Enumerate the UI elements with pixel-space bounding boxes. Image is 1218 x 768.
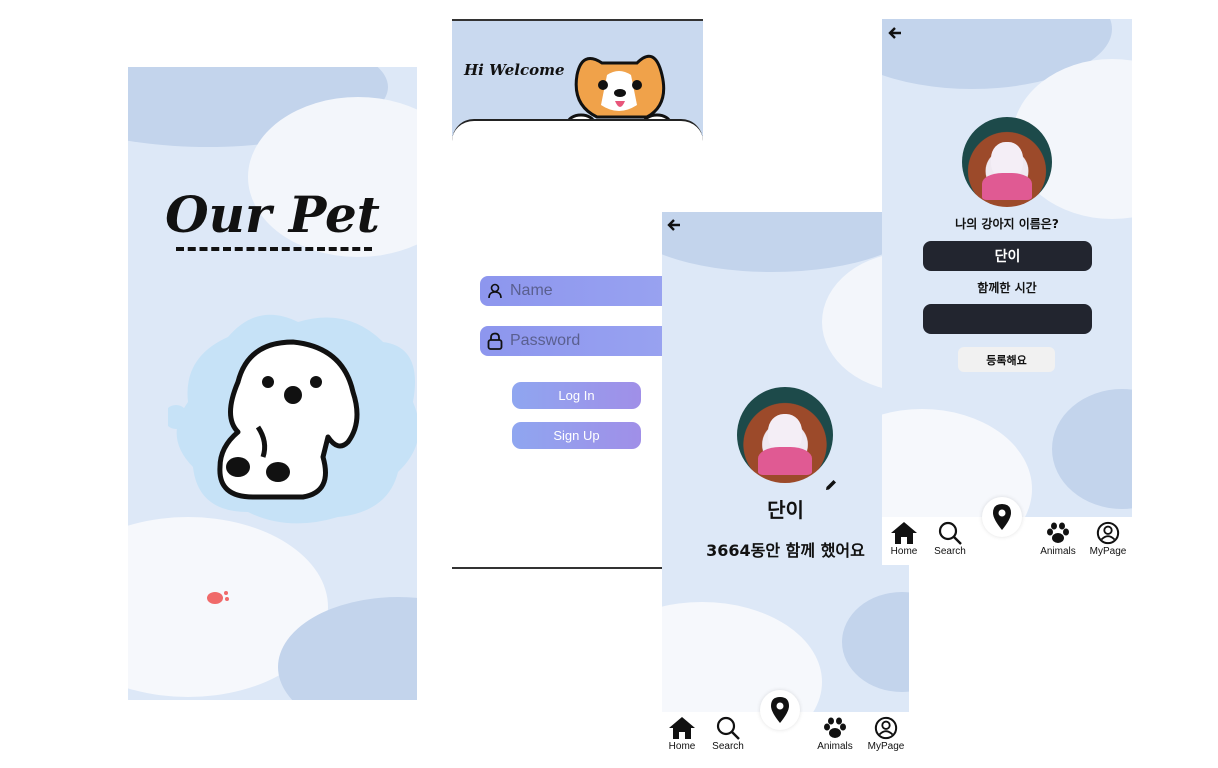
pet-name: 단이	[767, 498, 804, 522]
login-button[interactable]: Log In	[512, 382, 641, 409]
paw-icon	[824, 717, 846, 738]
nav-search-label: Search	[712, 741, 744, 752]
person-icon	[480, 276, 510, 306]
bottom-nav: Home Search Animals MyPage	[882, 497, 1132, 565]
back-arrow-icon[interactable]	[887, 25, 907, 45]
password-placeholder: Password	[510, 332, 581, 349]
splash-screen: Our Pet	[128, 67, 417, 700]
time-together-input[interactable]	[923, 304, 1092, 334]
title-underline	[176, 247, 372, 251]
nav-mypage[interactable]: MyPage	[1088, 521, 1128, 557]
register-screen: 나의 강아지 이름은? 단이 함께한 시간 등록해요 Home Search A…	[882, 19, 1132, 565]
home-icon	[669, 717, 695, 739]
signup-button[interactable]: Sign Up	[512, 422, 641, 449]
paw-icon	[207, 591, 229, 604]
profile-texture	[662, 212, 909, 762]
back-arrow-icon[interactable]	[666, 217, 686, 237]
pet-name-input[interactable]: 단이	[923, 241, 1092, 271]
paw-icon	[1047, 522, 1069, 543]
nav-home[interactable]: Home	[884, 521, 924, 557]
nav-mypage[interactable]: MyPage	[866, 716, 906, 752]
home-icon	[891, 522, 917, 544]
search-icon	[716, 716, 740, 740]
welcome-text: Hi Welcome	[464, 61, 565, 79]
nav-mypage-label: MyPage	[1089, 546, 1127, 557]
app-title: Our Pet	[165, 185, 380, 244]
name-placeholder: Name	[510, 282, 553, 299]
nav-home[interactable]: Home	[662, 716, 702, 752]
nav-animals[interactable]: Animals	[815, 716, 855, 752]
map-pin-icon	[771, 697, 789, 723]
nav-animals-label: Animals	[1040, 546, 1076, 557]
pencil-icon[interactable]	[824, 477, 838, 491]
nav-mypage-label: MyPage	[867, 741, 905, 752]
profile-screen: 단이 3664동안 함께 했어요 Home Search Animals MyP…	[662, 212, 909, 768]
nav-search[interactable]: Search	[708, 716, 748, 752]
bottom-nav: Home Search Animals MyPage	[662, 690, 909, 768]
name-question: 나의 강아지 이름은?	[955, 217, 1059, 231]
map-pin-icon	[993, 504, 1011, 530]
lock-icon	[480, 326, 510, 356]
dog-illustration	[168, 314, 417, 524]
days-together: 3664동안 함께 했어요	[706, 541, 865, 560]
search-icon	[938, 521, 962, 545]
login-card-top	[452, 119, 703, 181]
nav-animals-label: Animals	[817, 741, 853, 752]
nav-map[interactable]	[760, 690, 800, 730]
user-circle-icon	[874, 716, 898, 740]
time-question: 함께한 시간	[977, 281, 1037, 295]
nav-home-label: Home	[668, 741, 696, 752]
user-circle-icon	[1096, 521, 1120, 545]
nav-animals[interactable]: Animals	[1038, 521, 1078, 557]
nav-search-label: Search	[934, 546, 966, 557]
nav-search[interactable]: Search	[930, 521, 970, 557]
nav-home-label: Home	[890, 546, 918, 557]
pet-avatar	[737, 387, 833, 483]
nav-map[interactable]	[982, 497, 1022, 537]
register-button[interactable]: 등록해요	[958, 347, 1055, 372]
pet-avatar	[962, 117, 1052, 207]
